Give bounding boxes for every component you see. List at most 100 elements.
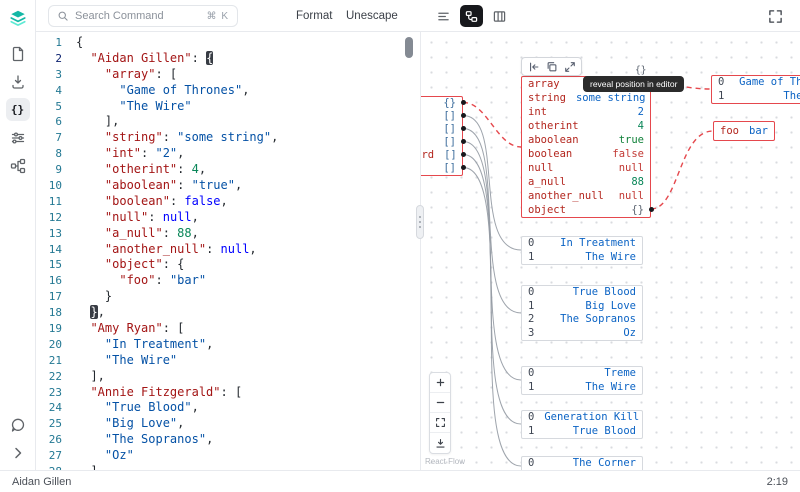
node-handle <box>460 152 466 157</box>
node-row: 1The Wire <box>528 380 636 393</box>
code-line: "null": null, <box>104 209 199 224</box>
line-number: 27 <box>48 449 62 463</box>
node-handle <box>460 113 466 118</box>
code-line: "Annie Fitzgerald": [ <box>90 384 243 399</box>
unescape-button[interactable]: Unescape <box>346 0 398 32</box>
collapse-sidebar-icon[interactable] <box>6 441 30 464</box>
node-row: Alice Farmer[] <box>443 162 456 174</box>
code-line: ], <box>76 368 105 383</box>
line-number: 13 <box>48 226 62 240</box>
line-number: 14 <box>48 242 62 256</box>
line-number: 15 <box>48 258 62 272</box>
expand-node-button[interactable] <box>562 59 577 74</box>
download-icon[interactable] <box>6 70 30 93</box>
cursor-position: 2:19 <box>766 475 788 488</box>
reveal-position-button[interactable] <box>526 59 541 74</box>
view-toggle-list[interactable] <box>432 5 455 27</box>
code-line: "Game of Thrones", <box>119 82 250 97</box>
fullscreen-icon[interactable] <box>768 6 788 26</box>
node-row: 0 Generation Kill <box>528 411 640 423</box>
code-line: "The Wire" <box>119 98 192 113</box>
graph-view-icon[interactable] <box>6 154 30 177</box>
zoom-in-button[interactable] <box>430 373 450 393</box>
line-number: 1 <box>55 36 62 49</box>
fit-view-button[interactable] <box>430 413 450 433</box>
editor-scrollbar[interactable] <box>405 37 413 58</box>
node-row: a_null 88 <box>528 176 644 188</box>
node-toolbar <box>521 57 582 76</box>
code-line: "object": { <box>104 257 185 272</box>
node-row: foo bar <box>720 125 768 137</box>
node-row: 1 Big Love <box>528 299 636 312</box>
copy-node-button[interactable] <box>544 59 559 74</box>
line-number: 11 <box>48 194 62 208</box>
line-number: 22 <box>48 369 62 383</box>
array-node-annie-fitzgerald[interactable]: 0 True Blood 1 Big Love 2 The Sopranos 3 Oz <box>521 285 643 341</box>
node-row: Alexander Skarsgård[] <box>421 149 457 161</box>
file-document-icon[interactable] <box>6 42 30 65</box>
search-icon <box>57 10 69 22</box>
code-line: ], <box>76 114 120 129</box>
node-handle <box>648 206 654 212</box>
view-toggle-flow[interactable] <box>460 5 483 27</box>
node-row: int 2 <box>528 106 644 118</box>
aidan-gillen-object-node[interactable]: array[]stringsome stringint2otherint4abo… <box>521 76 651 218</box>
line-numbers: 1 2 3 4 5 6 7 8 9 10 11 12 13 14 15 16 17 18 19 20 21 22 23 24 2… <box>36 35 62 470</box>
node-handle <box>460 126 466 131</box>
array-node-alexander-skarsgard[interactable]: 0 Generation Kill 1 True Blood <box>521 410 643 439</box>
code-line: } <box>76 289 113 304</box>
node-row: 3 Oz <box>528 326 636 339</box>
node-handle <box>460 139 466 144</box>
react-flow-attribution[interactable]: React Flow <box>425 457 465 466</box>
toolbar: Search Command ⌘ K Format Unescape <box>36 0 800 32</box>
panel-resize-handle[interactable] <box>416 205 424 239</box>
array-node-aidan-gillen[interactable]: 0Game of Thrones1The Wire <box>711 75 800 104</box>
node-row: 1The Wire <box>528 250 636 263</box>
line-number: 25 <box>48 417 62 431</box>
json-braces-icon[interactable]: {} <box>5 98 30 121</box>
line-number: 9 <box>55 163 62 177</box>
line-number: 18 <box>48 306 62 320</box>
object-type-badge: {} <box>635 65 647 76</box>
code-line: "Amy Ryan": [ <box>90 321 185 336</box>
code-line: "Aidan Gillen": { <box>90 50 214 65</box>
array-node-anwan-glover[interactable]: 0 Treme 1 The Wire <box>521 366 643 395</box>
node-row: 0 Treme <box>528 367 636 379</box>
filter-sliders-icon[interactable] <box>6 126 30 149</box>
node-row: Annie Fitzgerald[] <box>443 123 456 135</box>
node-row: Amy Ryan[] <box>443 110 456 122</box>
node-row: object{} <box>528 204 644 216</box>
search-placeholder: Search Command <box>75 10 164 22</box>
view-toggle-grid[interactable] <box>488 5 511 27</box>
root-object-node[interactable]: Aidan Gillen{}Amy Ryan[]Annie Fitzgerald… <box>421 96 463 176</box>
zoom-out-button[interactable] <box>430 393 450 413</box>
code-line: "Big Love", <box>104 416 185 431</box>
code-line: "True Blood", <box>104 400 199 415</box>
line-number: 20 <box>48 337 62 351</box>
line-number: 12 <box>48 210 62 224</box>
json-editor[interactable]: 1 2 3 4 5 6 7 8 9 10 11 12 13 14 15 16 17 18 19 20 21 22 23 24 2… <box>36 32 420 470</box>
node-row: string some string <box>528 92 646 104</box>
line-number: 6 <box>55 115 62 129</box>
foo-object-node[interactable]: foo bar <box>713 121 775 141</box>
array-node-alice-farmer[interactable]: 0The Corner1Oz2The Wire <box>521 456 643 470</box>
line-number: 5 <box>55 99 62 113</box>
graph-canvas[interactable]: Aidan Gillen{}Amy Ryan[]Annie Fitzgerald… <box>420 32 800 470</box>
node-row: another_null null <box>528 190 644 202</box>
code-line: "int": "2", <box>104 146 185 161</box>
code-line: "The Wire" <box>104 352 178 367</box>
chat-feedback-icon[interactable] <box>6 413 30 436</box>
app-logo-icon[interactable] <box>7 7 29 29</box>
left-sidebar: {} <box>0 0 36 470</box>
code-lines: { "Aidan Gillen": { "array": [ "Game of … <box>76 35 278 470</box>
line-number: 26 <box>48 433 62 447</box>
search-command-input[interactable]: Search Command ⌘ K <box>48 5 238 27</box>
format-button[interactable]: Format <box>296 0 332 32</box>
download-image-button[interactable] <box>430 433 450 453</box>
search-shortcut: ⌘ K <box>206 10 229 22</box>
node-handle <box>460 165 466 170</box>
statusbar: Aidan Gillen 2:19 <box>0 470 800 492</box>
array-node-amy-ryan[interactable]: 0 In Treatment 1 The Wire <box>521 236 643 265</box>
line-number: 17 <box>48 290 62 304</box>
node-row: 1The Wire <box>718 89 800 102</box>
